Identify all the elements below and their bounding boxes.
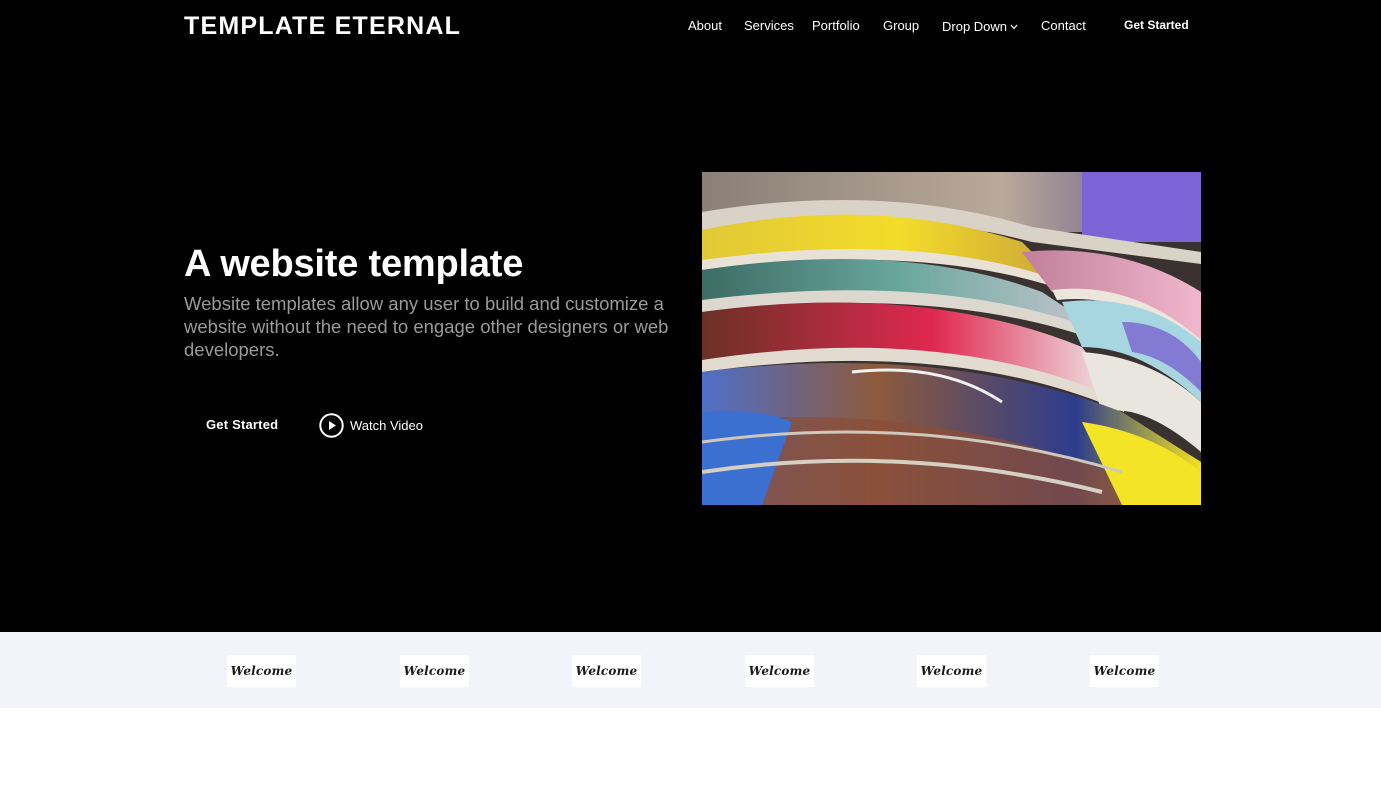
client-logo[interactable]: Welcome <box>227 655 296 687</box>
clients-strip: Welcome Welcome Welcome Welcome Welcome … <box>0 632 1381 708</box>
client-logo[interactable]: Welcome <box>572 655 641 687</box>
watch-video-button[interactable]: Watch Video <box>319 413 423 438</box>
client-logo[interactable]: Welcome <box>745 655 814 687</box>
site-header: TEMPLATE ETERNAL About Services Portfoli… <box>0 0 1381 52</box>
nav-item-contact[interactable]: Contact <box>1041 17 1086 35</box>
client-logo-text: Welcome <box>920 664 983 678</box>
client-logo[interactable]: Welcome <box>917 655 986 687</box>
watch-video-label: Watch Video <box>350 417 423 433</box>
hero-section: TEMPLATE ETERNAL About Services Portfoli… <box>0 0 1381 632</box>
nav-item-about[interactable]: About <box>688 17 722 35</box>
nav-item-group[interactable]: Group <box>883 17 919 35</box>
client-logo-text: Welcome <box>1093 664 1156 678</box>
header-get-started-button[interactable]: Get Started <box>1124 16 1189 34</box>
chevron-down-icon <box>1010 17 1018 35</box>
nav-item-dropdown[interactable]: Drop Down <box>942 17 1018 36</box>
nav-item-services[interactable]: Services <box>744 17 794 35</box>
client-logo-text: Welcome <box>575 664 638 678</box>
play-circle-icon <box>319 413 344 438</box>
client-logo[interactable]: Welcome <box>1090 655 1159 687</box>
client-logo-text: Welcome <box>403 664 466 678</box>
hero-subtitle: Website templates allow any user to buil… <box>184 293 669 360</box>
hero-get-started-button[interactable]: Get Started <box>206 416 278 434</box>
client-logo[interactable]: Welcome <box>400 655 469 687</box>
nav-item-dropdown-label: Drop Down <box>942 19 1008 34</box>
hero-title: A website template <box>184 243 524 285</box>
client-logo-text: Welcome <box>748 664 811 678</box>
client-logo-text: Welcome <box>230 664 293 678</box>
hero-magazines-image <box>702 172 1201 505</box>
nav-item-portfolio[interactable]: Portfolio <box>812 17 860 35</box>
